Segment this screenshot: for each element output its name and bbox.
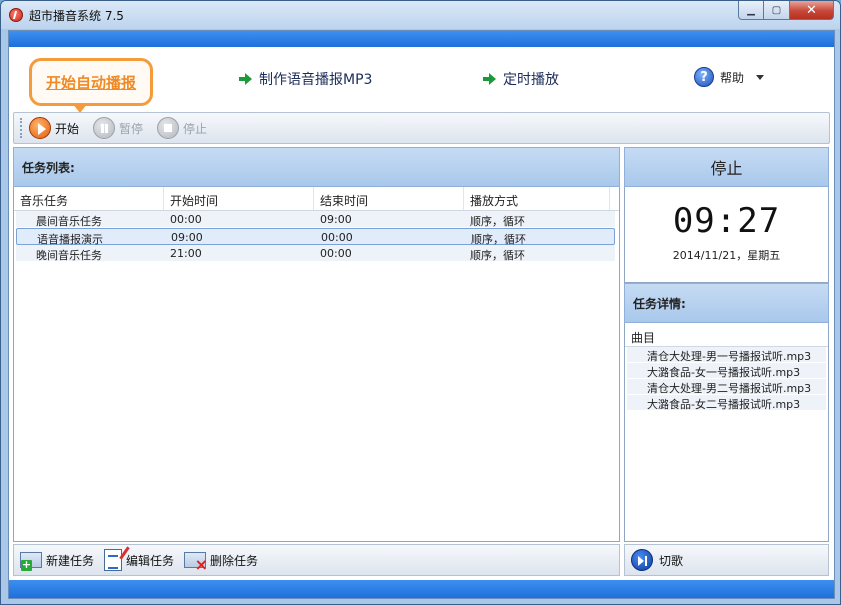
window-controls: ▁ ▢ ✕: [738, 1, 834, 21]
pause-button[interactable]: 暂停: [93, 117, 143, 139]
task-end: 00:00: [320, 247, 352, 260]
task-start: 09:00: [171, 231, 203, 244]
help-menu[interactable]: ? 帮助: [694, 67, 765, 87]
skip-next-icon: [631, 549, 653, 571]
new-task-label: 新建任务: [46, 553, 95, 568]
list-item[interactable]: 清仓大处理-男二号播报试听.mp3: [627, 379, 826, 395]
toolbar-grip[interactable]: [20, 118, 23, 138]
top-stripe: [9, 31, 834, 47]
table-header: 音乐任务 开始时间 结束时间 播放方式: [14, 187, 619, 211]
list-item[interactable]: 大潞食品-女二号播报试听.mp3: [627, 395, 826, 411]
edit-task-button[interactable]: 编辑任务: [104, 549, 174, 571]
stop-icon: [157, 117, 180, 139]
help-icon: ?: [694, 67, 714, 87]
clock-panel: 09:27 2014/11/21，星期五: [624, 187, 829, 283]
make-mp3-link[interactable]: 制作语音播报MP3: [239, 69, 372, 89]
start-button[interactable]: 开始: [29, 117, 79, 139]
task-details-list: 曲目 清仓大处理-男一号播报试听.mp3 大潞食品-女一号播报试听.mp3 清仓…: [624, 323, 829, 542]
pause-icon: [93, 117, 116, 139]
clock-date: 2014/11/21，星期五: [672, 249, 781, 262]
table-row[interactable]: 语音播报演示 09:00 00:00 顺序，循环: [16, 228, 615, 246]
app-logo-icon: [9, 8, 23, 22]
column-header-end[interactable]: 结束时间: [314, 187, 464, 210]
new-task-button[interactable]: 新建任务: [20, 552, 95, 571]
maximize-button[interactable]: ▢: [764, 1, 790, 20]
title-bar: 超市播音系统 7.5 ▁ ▢ ✕: [1, 1, 840, 29]
stop-label: 停止: [183, 121, 208, 136]
edit-task-label: 编辑任务: [126, 553, 175, 568]
task-name: 晨间音乐任务: [36, 215, 102, 228]
list-item[interactable]: 大潞食品-女一号播报试听.mp3: [627, 363, 826, 379]
nav-row: 开始自动播报 制作语音播报MP3 定时播放 ? 帮助: [9, 47, 834, 113]
table-row[interactable]: 晨间音乐任务 00:00 09:00 顺序，循环: [16, 211, 615, 228]
schedule-link[interactable]: 定时播放: [483, 69, 559, 89]
stop-button[interactable]: 停止: [157, 117, 207, 139]
client-area: 开始自动播报 制作语音播报MP3 定时播放 ? 帮助 开始 暂停 停止 任务列表…: [8, 30, 835, 599]
task-mode: 顺序，循环: [470, 249, 525, 262]
play-icon: [29, 117, 51, 139]
task-name: 晚间音乐任务: [36, 249, 102, 262]
pause-label: 暂停: [119, 121, 144, 136]
task-details-header: 任务详情:: [624, 283, 829, 323]
auto-start-button[interactable]: 开始自动播报: [29, 58, 153, 113]
bottom-stripe: [9, 580, 834, 598]
start-label: 开始: [55, 121, 80, 136]
task-start: 00:00: [170, 213, 202, 226]
track-column-header[interactable]: 曲目: [625, 323, 828, 347]
delete-task-button[interactable]: 删除任务: [184, 552, 259, 572]
column-header-task[interactable]: 音乐任务: [14, 187, 164, 210]
task-list-header: 任务列表:: [13, 147, 620, 187]
window-title: 超市播音系统 7.5: [29, 9, 124, 23]
task-end: 00:00: [321, 231, 353, 244]
clock-time: 09:27: [672, 201, 781, 241]
delete-task-label: 删除任务: [210, 553, 259, 568]
song-actions-bar: 切歌: [624, 544, 829, 576]
green-arrow-icon: [483, 73, 496, 85]
edit-task-icon: [104, 549, 123, 571]
task-name: 语音播报演示: [37, 233, 103, 246]
task-list-table: 音乐任务 开始时间 结束时间 播放方式 晨间音乐任务 00:00 09:00 顺…: [13, 187, 620, 542]
schedule-label: 定时播放: [503, 72, 559, 88]
table-row[interactable]: 晚间音乐任务 21:00 00:00 顺序，循环: [16, 245, 615, 262]
task-start: 21:00: [170, 247, 202, 260]
playback-status: 停止: [624, 147, 829, 187]
app-window: 超市播音系统 7.5 ▁ ▢ ✕ 开始自动播报 制作语音播报MP3 定时播放 ?…: [0, 0, 841, 605]
delete-task-icon: [184, 552, 208, 572]
column-header-mode[interactable]: 播放方式: [464, 187, 610, 210]
task-actions-bar: 新建任务 编辑任务 删除任务: [13, 544, 620, 576]
task-mode: 顺序，循环: [470, 215, 525, 228]
green-arrow-icon: [239, 73, 252, 85]
next-song-label: 切歌: [659, 553, 684, 568]
list-item[interactable]: 清仓大处理-男一号播报试听.mp3: [627, 347, 826, 363]
chevron-down-icon[interactable]: [756, 74, 765, 80]
make-mp3-label: 制作语音播报MP3: [259, 72, 373, 88]
task-mode: 顺序，循环: [471, 233, 526, 246]
help-label: 帮助: [720, 70, 745, 85]
column-header-start[interactable]: 开始时间: [164, 187, 314, 210]
minimize-button[interactable]: ▁: [738, 1, 764, 20]
playback-toolbar: 开始 暂停 停止: [13, 112, 830, 144]
task-end: 09:00: [320, 213, 352, 226]
next-song-button[interactable]: 切歌: [631, 549, 683, 571]
add-task-icon: [20, 552, 42, 571]
close-button[interactable]: ✕: [790, 1, 834, 20]
